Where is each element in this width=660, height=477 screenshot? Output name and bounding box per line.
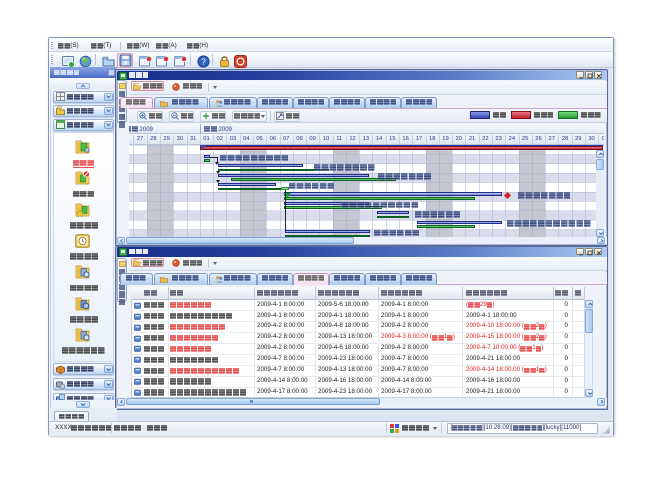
svg-text:?: ?	[201, 56, 206, 66]
